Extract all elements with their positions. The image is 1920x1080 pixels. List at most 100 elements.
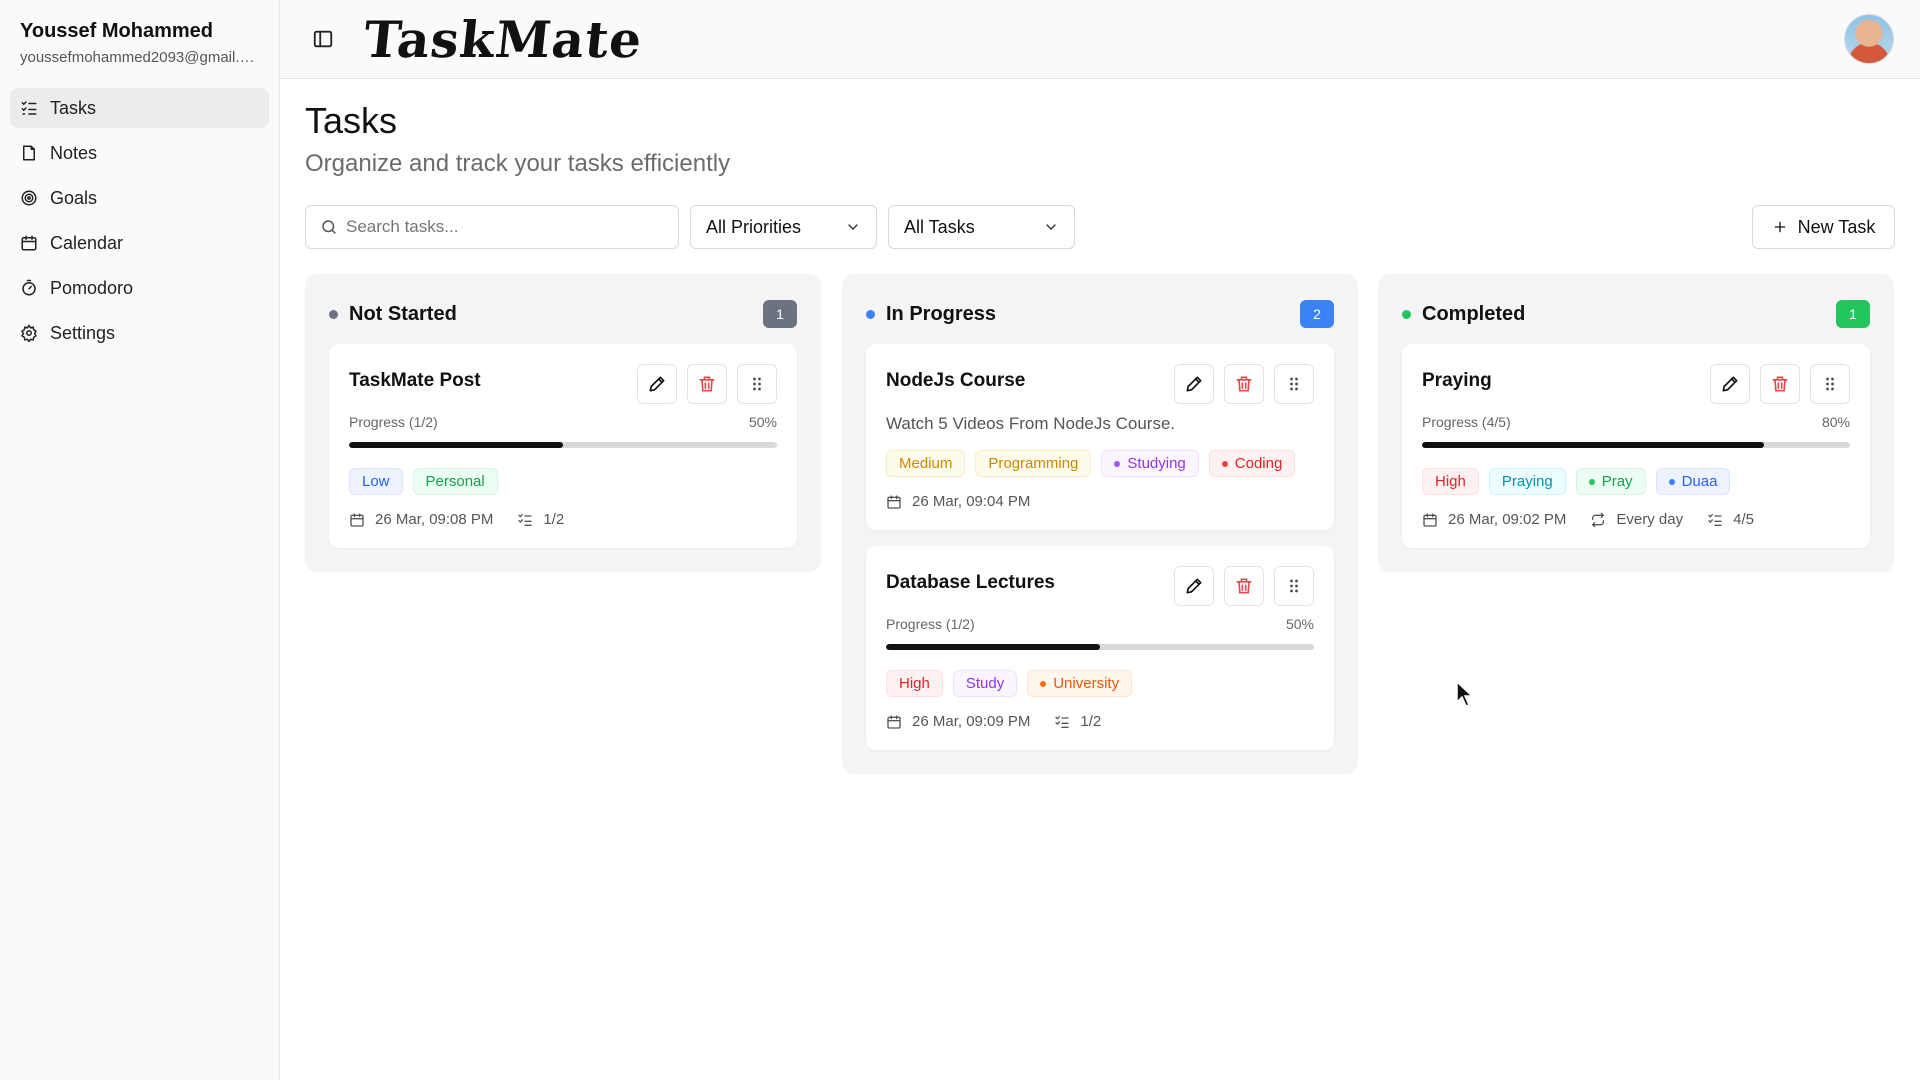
task-card[interactable]: Praying Progress (4/5) 80% High Praying Pr… [1402,344,1870,548]
task-card[interactable]: Database Lectures Progress (1/2) 50% Hig… [866,546,1334,750]
column-header: Completed 1 [1402,298,1870,330]
progress-bar-fill [1422,442,1765,448]
progress-percent: 50% [748,414,777,430]
main-content: Tasks Organize and track your tasks effi… [305,100,1895,774]
edit-task-button[interactable] [1174,566,1214,606]
task-subtasks: 1/2 [1080,713,1102,730]
status-dot [329,309,338,319]
avatar[interactable] [1844,14,1894,64]
progress-bar [349,442,777,448]
status-select[interactable]: All Tasks [888,205,1075,249]
tag: Studying [1101,450,1199,477]
delete-task-button[interactable] [1224,364,1264,404]
tag-dot [1114,460,1121,467]
tag: Duaa [1655,468,1731,495]
sidebar-item-label: Pomodoro [50,277,134,298]
tag: Medium [886,450,966,477]
task-actions [637,364,777,404]
search-box [305,205,679,249]
list-checks-icon [21,101,37,115]
tag: Study [952,670,1018,697]
tag-list: Low Personal [349,468,777,495]
subtasks-icon [1055,715,1070,728]
tag-dot [1040,680,1047,687]
sidebar-item-label: Settings [50,322,116,343]
column-not-started: Not Started 1 TaskMate Post Progress (1/… [305,274,821,572]
new-task-button[interactable]: New Task [1752,205,1895,249]
column-completed: Completed 1 Praying Progress (4/5) 80% H… [1378,274,1894,572]
filter-bar: All Priorities All Tasks New Task [305,205,1895,249]
pencil-icon [1186,578,1202,594]
task-repeat: Every day [1616,511,1684,528]
note-icon [23,145,35,161]
task-actions [1174,566,1314,606]
progress-bar-fill [886,644,1100,650]
sidebar-toggle-icon[interactable] [312,28,334,50]
tag-list: Medium Programming Studying Coding [886,450,1314,477]
subtasks-icon [518,513,533,526]
delete-task-button[interactable] [687,364,727,404]
tag-label: Pray [1601,473,1633,490]
task-meta: 26 Mar, 09:04 PM [886,493,1314,510]
priority-select[interactable]: All Priorities [690,205,877,249]
sidebar-item-label: Tasks [50,97,97,118]
task-date: 26 Mar, 09:09 PM [912,713,1031,730]
brand-logo: TaskMate [360,10,646,69]
tag-list: High Praying Pray Duaa [1422,468,1850,495]
calendar-icon [350,512,364,527]
edit-task-button[interactable] [1710,364,1750,404]
tag-label: Medium [899,455,953,472]
tag-label: Duaa [1681,473,1718,490]
trash-icon [1236,578,1252,594]
progress-bar-fill [349,442,563,448]
sidebar-item-label: Goals [50,187,98,208]
tag: Pray [1575,468,1646,495]
calendar-icon [887,714,901,729]
chevron-down-icon [1046,224,1056,230]
search-input[interactable] [346,214,666,240]
page-subtitle: Organize and track your tasks efficientl… [305,150,731,177]
new-task-label: New Task [1797,216,1876,237]
tag: High [886,670,943,697]
tag-label: Low [362,473,390,490]
sidebar-item-settings[interactable]: Settings [10,313,269,353]
drag-handle[interactable] [1274,364,1314,404]
column-count-badge: 1 [763,300,797,328]
tag-label: Studying [1127,455,1186,472]
column-in-progress: In Progress 2 NodeJs Course Watch 5 Vide… [842,274,1358,774]
gear-icon [21,324,37,342]
task-card[interactable]: NodeJs Course Watch 5 Videos From NodeJs… [866,344,1334,530]
sidebar-item-goals[interactable]: Goals [10,178,269,218]
subtasks-icon [1708,513,1722,526]
tag-label: Praying [1501,473,1553,490]
tag-label: Coding [1234,455,1283,472]
drag-handle-icon [1826,377,1834,391]
calendar-icon [1423,512,1437,527]
trash-icon [1236,376,1252,392]
drag-handle[interactable] [737,364,777,404]
tag-label: University [1053,675,1120,692]
edit-task-button[interactable] [637,364,677,404]
tag: University [1027,670,1133,697]
delete-task-button[interactable] [1760,364,1800,404]
edit-task-button[interactable] [1174,364,1214,404]
tag-dot [1221,460,1228,467]
column-title: In Progress [886,302,997,325]
sidebar-item-tasks[interactable]: Tasks [10,88,269,128]
tag: Low [349,468,403,495]
progress-row: Progress (4/5) 80% [1422,414,1850,430]
task-meta: 26 Mar, 09:08 PM 1/2 [349,511,777,528]
search-icon [322,220,336,234]
drag-handle[interactable] [1810,364,1850,404]
tag-dot [1588,478,1595,485]
delete-task-button[interactable] [1224,566,1264,606]
progress-label: Progress (1/2) [886,616,975,632]
sidebar-item-pomodoro[interactable]: Pomodoro [10,268,269,308]
sidebar-item-calendar[interactable]: Calendar [10,223,269,263]
progress-row: Progress (1/2) 50% [886,616,1314,632]
task-date: 26 Mar, 09:02 PM [1448,511,1567,528]
drag-handle[interactable] [1274,566,1314,606]
task-card[interactable]: TaskMate Post Progress (1/2) 50% Low Pers… [329,344,797,548]
sidebar-item-notes[interactable]: Notes [10,133,269,173]
task-date: 26 Mar, 09:08 PM [375,511,494,528]
